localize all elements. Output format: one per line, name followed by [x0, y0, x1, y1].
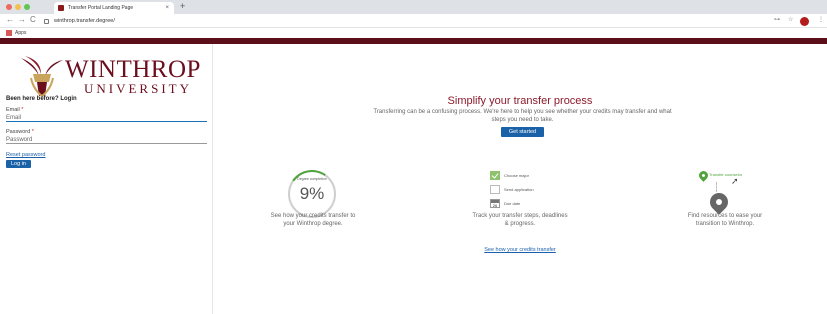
calendar-day: 26	[492, 203, 498, 208]
browser-tab-bar: Transfer Portal Landing Page × +	[0, 0, 827, 14]
profile-avatar[interactable]	[800, 17, 809, 26]
step-label: Choose major	[504, 173, 529, 178]
get-started-button[interactable]: Get started	[501, 127, 544, 137]
resources-feature-description: Find resources to ease your transition t…	[687, 213, 763, 227]
transfer-steps-checklist: Choose major Send application 26 Due dat…	[490, 171, 580, 211]
steps-feature-description: Track your transfer steps, deadlines & p…	[472, 213, 568, 227]
checkbox-empty-icon	[490, 185, 500, 194]
apps-grid-icon[interactable]	[6, 30, 12, 36]
key-icon[interactable]: ⊶	[774, 16, 780, 23]
tab-title: Transfer Portal Landing Page	[68, 5, 134, 11]
see-credits-transfer-link[interactable]: See how your credits transfer	[470, 247, 570, 253]
email-label: Email *	[6, 107, 23, 113]
bookmarks-bar: Apps	[0, 28, 827, 38]
new-tab-button[interactable]: +	[180, 1, 185, 11]
address-bar[interactable]: winthrop.transfer.degree/	[44, 16, 764, 26]
email-field[interactable]: Email	[6, 114, 207, 122]
window-minimize-control[interactable]	[15, 4, 21, 10]
browser-menu-icon[interactable]: ⋮	[818, 16, 824, 23]
password-label-text: Password	[6, 129, 31, 135]
hero-title: Simplify your transfer process	[447, 95, 593, 107]
logo-subtitle: UNIVERSITY	[84, 81, 192, 96]
degree-completion-label: Degree completion	[297, 177, 327, 181]
mouse-cursor-icon: ➚	[731, 176, 739, 186]
tab-close-icon[interactable]: ×	[165, 2, 169, 14]
apps-bookmark[interactable]: Apps	[15, 28, 26, 38]
required-marker: *	[31, 129, 34, 135]
reset-password-link[interactable]: Reset password	[6, 152, 45, 158]
window-zoom-control[interactable]	[24, 4, 30, 10]
window-close-control[interactable]	[6, 4, 12, 10]
browser-tab[interactable]: Transfer Portal Landing Page ×	[54, 2, 174, 14]
step-label: Due date	[504, 201, 521, 206]
password-label: Password *	[6, 129, 34, 135]
degree-feature-description: See how your credits transfer to your Wi…	[270, 213, 356, 227]
email-label-text: Email	[6, 107, 20, 113]
login-heading: Been here before? Login	[6, 96, 77, 102]
checkbox-checked-icon	[490, 171, 500, 180]
bookmark-star-icon[interactable]: ☆	[788, 16, 793, 23]
eagle-icon	[21, 56, 63, 98]
browser-toolbar: ← → C winthrop.transfer.degree/ ⊶ ☆ ⋮	[0, 14, 827, 28]
reload-icon[interactable]: C	[30, 15, 36, 24]
lock-icon	[44, 19, 49, 24]
logo-wordmark: WINTHROP	[65, 56, 201, 83]
location-pin-icon	[706, 189, 732, 215]
winthrop-logo: WINTHROP UNIVERSITY	[19, 54, 205, 98]
login-button[interactable]: Log in	[6, 160, 31, 168]
favicon-icon	[58, 5, 64, 11]
calendar-icon: 26	[490, 199, 500, 208]
route-dashed-line	[716, 182, 724, 192]
step-label: Send application	[504, 187, 534, 192]
degree-completion-percent: 9%	[299, 184, 325, 203]
required-marker: *	[21, 107, 24, 113]
login-sidebar: WINTHROP UNIVERSITY Been here before? Lo…	[0, 44, 213, 314]
back-arrow-icon[interactable]: ←	[6, 15, 14, 24]
forward-arrow-icon[interactable]: →	[18, 15, 26, 24]
url-text: winthrop.transfer.degree/	[54, 18, 115, 24]
hero-subtitle: Transferring can be a confusing process.…	[373, 109, 672, 123]
password-field[interactable]: Password	[6, 136, 207, 144]
map-pin-icon	[697, 169, 710, 182]
